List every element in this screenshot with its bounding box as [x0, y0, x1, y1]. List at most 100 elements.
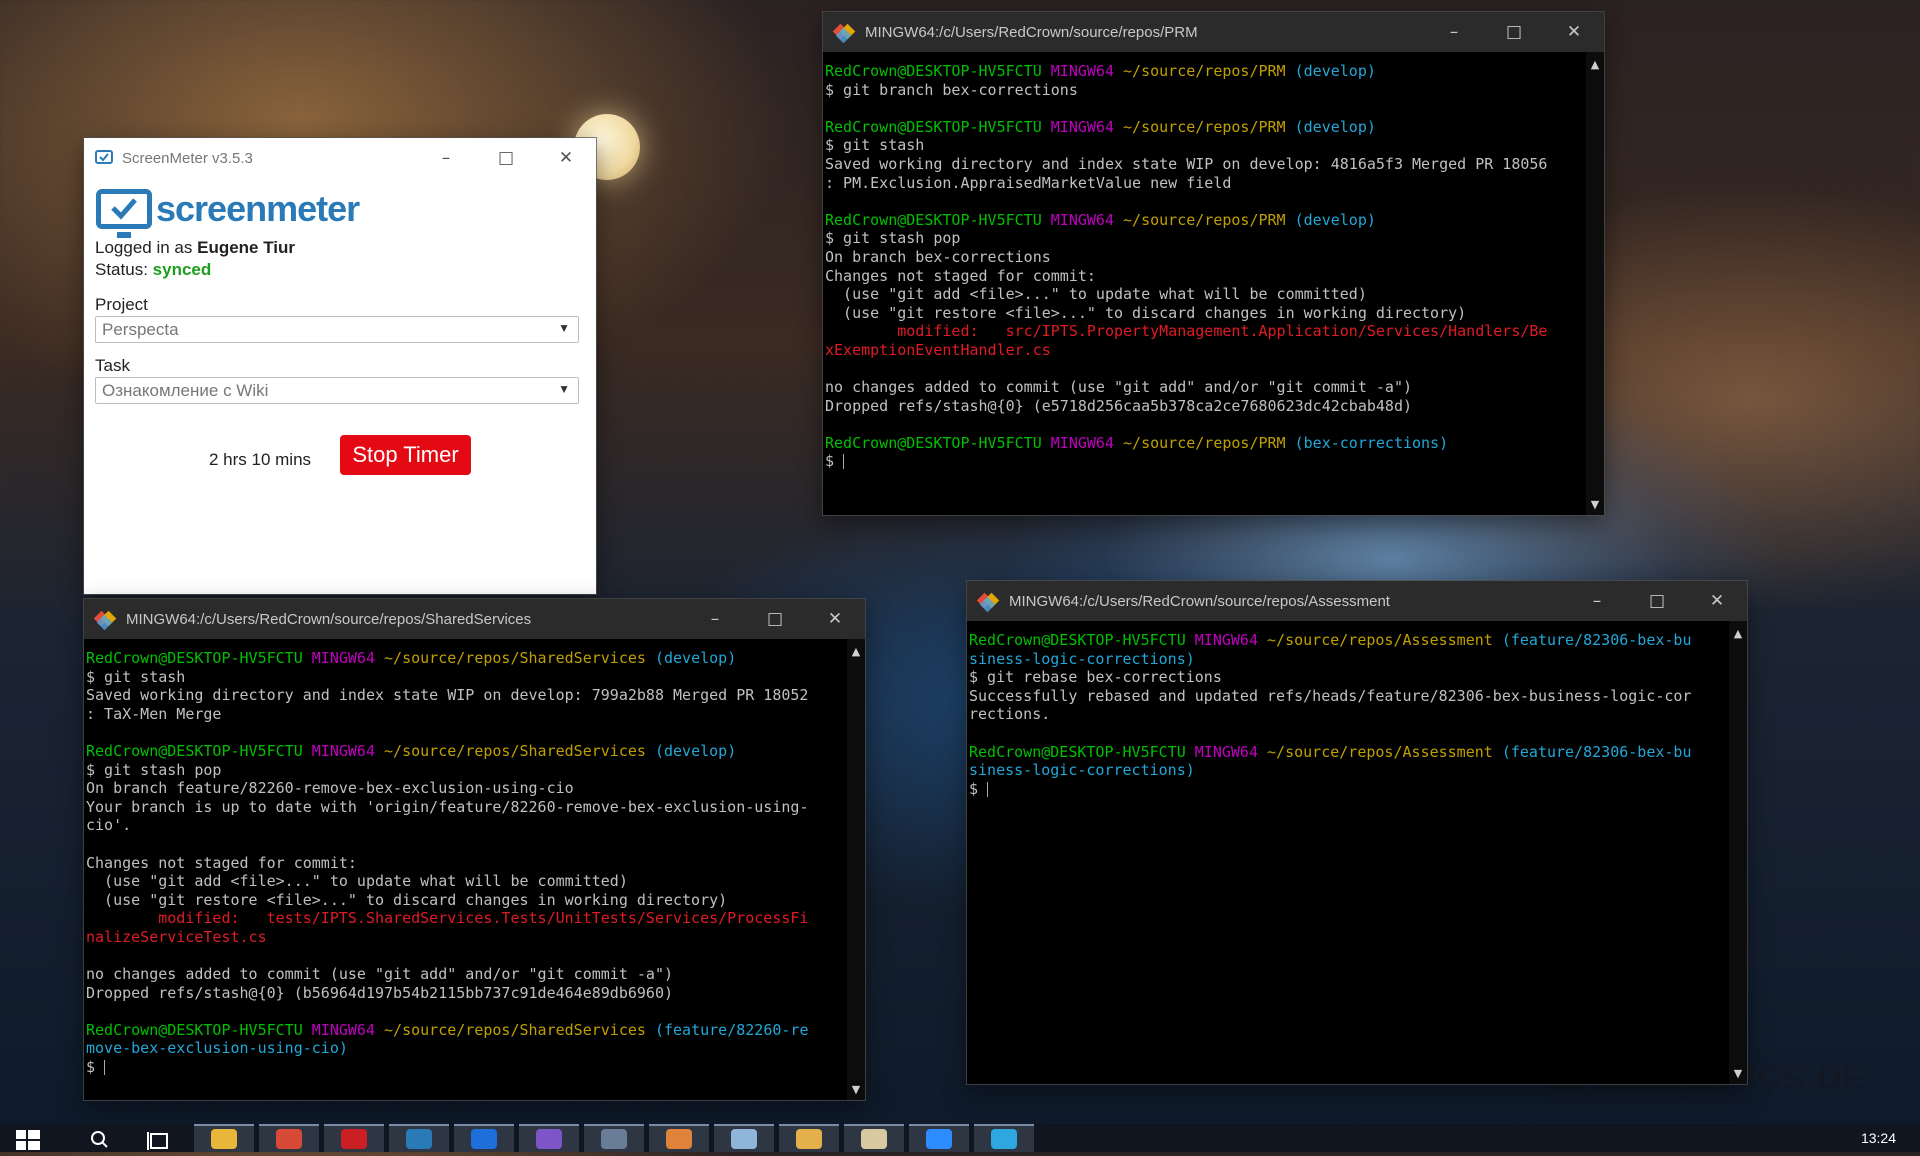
maximize-button[interactable]: □ — [476, 138, 536, 178]
opera-icon — [341, 1129, 367, 1149]
taskbar-app-button[interactable] — [844, 1124, 904, 1152]
editor-icon — [861, 1129, 887, 1149]
terminal-text: RedCrown@DESKTOP-HV5FCTU — [86, 1020, 312, 1039]
mintty-icon — [976, 590, 1000, 613]
taskbar-app-button[interactable] — [909, 1124, 969, 1152]
taskbar-app-button[interactable] — [779, 1124, 839, 1152]
terminal-text: $ — [86, 1058, 105, 1077]
terminal-text: nalizeServiceTest.cs — [86, 927, 267, 946]
minimize-button[interactable]: – — [1567, 581, 1627, 621]
search-icon — [91, 1131, 108, 1148]
scroll-down-icon[interactable]: ▼ — [847, 1083, 865, 1096]
terminal-line: Dropped refs/stash@{0} (e5718d256caa5b37… — [825, 397, 1586, 416]
screenmeter-titlebar[interactable]: ScreenMeter v3.5.3 – □ ✕ — [84, 138, 596, 178]
terminal-output[interactable]: RedCrown@DESKTOP-HV5FCTU MINGW64 ~/sourc… — [84, 639, 847, 1100]
taskbar-clock[interactable]: 13:24 — [1861, 1130, 1896, 1146]
mintty-icon — [93, 608, 117, 631]
terminal-text: On branch bex-corrections — [825, 247, 1051, 266]
taskbar-app-button[interactable] — [714, 1124, 774, 1152]
taskbar-app-button[interactable] — [584, 1124, 644, 1152]
close-button[interactable]: ✕ — [1544, 12, 1604, 52]
scroll-down-icon[interactable]: ▼ — [1729, 1067, 1747, 1080]
telegram-icon — [991, 1129, 1017, 1149]
minimize-button[interactable]: – — [416, 138, 476, 178]
taskbar-app-button[interactable] — [194, 1124, 254, 1152]
terminal-window-sharedservices[interactable]: MINGW64:/c/Users/RedCrown/source/repos/S… — [84, 599, 865, 1100]
minimize-button[interactable]: – — [1424, 12, 1484, 52]
minimize-button[interactable]: – — [685, 599, 745, 639]
taskbar: 13:24 — [0, 1124, 1920, 1152]
terminal-text: RedCrown@DESKTOP-HV5FCTU — [825, 117, 1051, 136]
window-title: MINGW64:/c/Users/RedCrown/source/repos/A… — [1009, 592, 1390, 610]
terminal-text: Dropped refs/stash@{0} (b56964d197b54b21… — [86, 983, 673, 1002]
screenmeter-window[interactable]: ScreenMeter v3.5.3 – □ ✕ screenmeter Log… — [84, 138, 596, 594]
close-button[interactable]: ✕ — [536, 138, 596, 178]
maximize-button[interactable]: □ — [1484, 12, 1544, 52]
compass-icon — [666, 1129, 692, 1149]
terminal-text: modified: tests/IPTS.SharedServices.Test… — [86, 909, 809, 928]
taskbar-app-button[interactable] — [519, 1124, 579, 1152]
terminal-cursor — [104, 1060, 106, 1076]
visual-studio-icon — [536, 1129, 562, 1149]
taskbar-app-button[interactable] — [649, 1124, 709, 1152]
maximize-button[interactable]: □ — [1627, 581, 1687, 621]
terminal-output[interactable]: RedCrown@DESKTOP-HV5FCTU MINGW64 ~/sourc… — [823, 52, 1586, 515]
close-button[interactable]: ✕ — [1687, 581, 1747, 621]
terminal-text: modified: src/IPTS.PropertyManagement.Ap… — [825, 322, 1548, 341]
terminal-line: RedCrown@DESKTOP-HV5FCTU MINGW64 ~/sourc… — [969, 743, 1729, 762]
close-button[interactable]: ✕ — [805, 599, 865, 639]
project-select[interactable]: Perspecta ▼ — [95, 316, 579, 343]
taskbar-app-button[interactable] — [974, 1124, 1034, 1152]
terminal-text: On branch feature/82260-remove-bex-exclu… — [86, 779, 574, 798]
scrollbar[interactable]: ▲ ▼ — [1586, 52, 1604, 515]
terminal-titlebar[interactable]: MINGW64:/c/Users/RedCrown/source/repos/P… — [823, 12, 1604, 52]
terminal-text: rections. — [969, 705, 1051, 724]
status-line: Status: synced — [95, 260, 211, 280]
maximize-button[interactable]: □ — [745, 599, 805, 639]
window-title: MINGW64:/c/Users/RedCrown/source/repos/S… — [126, 610, 532, 628]
terminal-titlebar[interactable]: MINGW64:/c/Users/RedCrown/source/repos/S… — [84, 599, 865, 639]
terminal-line: Dropped refs/stash@{0} (b56964d197b54b21… — [86, 984, 847, 1003]
scroll-up-icon[interactable]: ▲ — [1586, 58, 1604, 71]
terminal-line: $ — [825, 452, 1586, 471]
file-explorer-icon — [211, 1129, 237, 1149]
terminal-window-assessment[interactable]: MINGW64:/c/Users/RedCrown/source/repos/A… — [967, 581, 1747, 1084]
terminal-line: xExemptionEventHandler.cs — [825, 341, 1586, 360]
scroll-down-icon[interactable]: ▼ — [1586, 498, 1604, 511]
terminal-text: : PM.Exclusion.AppraisedMarketValue new … — [825, 173, 1232, 192]
notepad-icon — [731, 1129, 757, 1149]
taskbar-app-button[interactable] — [389, 1124, 449, 1152]
terminal-text: $ — [825, 452, 844, 471]
terminal-window-prm[interactable]: MINGW64:/c/Users/RedCrown/source/repos/P… — [823, 12, 1604, 515]
terminal-text: Dropped refs/stash@{0} (e5718d256caa5b37… — [825, 396, 1412, 415]
scrollbar[interactable]: ▲ ▼ — [1729, 621, 1747, 1084]
window-icon — [601, 1129, 627, 1149]
terminal-titlebar[interactable]: MINGW64:/c/Users/RedCrown/source/repos/A… — [967, 581, 1747, 621]
taskbar-app-button[interactable] — [454, 1124, 514, 1152]
monitor-check-icon — [96, 189, 152, 238]
project-label: Project — [95, 295, 148, 314]
scroll-up-icon[interactable]: ▲ — [1729, 627, 1747, 640]
terminal-text: RedCrown@DESKTOP-HV5FCTU — [825, 210, 1051, 229]
scrollbar[interactable]: ▲ ▼ — [847, 639, 865, 1100]
terminal-text: (feature/82306-bex-bu — [1501, 631, 1692, 649]
taskbar-app-button[interactable] — [259, 1124, 319, 1152]
terminal-output[interactable]: RedCrown@DESKTOP-HV5FCTU MINGW64 ~/sourc… — [967, 621, 1729, 1084]
task-select[interactable]: Ознакомление с Wiki ▼ — [95, 377, 579, 404]
terminal-text: RedCrown@DESKTOP-HV5FCTU — [825, 62, 1051, 80]
stop-timer-button[interactable]: Stop Timer — [340, 435, 471, 475]
terminal-text: (develop) — [1294, 210, 1376, 229]
scroll-up-icon[interactable]: ▲ — [847, 645, 865, 658]
task-value: Ознакомление с Wiki — [102, 381, 269, 400]
screenmeter-logo: screenmeter — [96, 188, 360, 238]
window-title: MINGW64:/c/Users/RedCrown/source/repos/P… — [865, 23, 1198, 41]
terminal-text: MINGW64 — [311, 1020, 385, 1039]
terminal-line: (use "git add <file>..." to update what … — [825, 285, 1586, 304]
terminal-cursor — [987, 781, 989, 797]
taskbar-app-button[interactable] — [324, 1124, 384, 1152]
terminal-line: RedCrown@DESKTOP-HV5FCTU MINGW64 ~/sourc… — [825, 62, 1586, 81]
terminal-line: (use "git restore <file>..." to discard … — [86, 891, 847, 910]
terminal-line: Successfully rebased and updated refs/he… — [969, 687, 1729, 706]
terminal-line: nalizeServiceTest.cs — [86, 928, 847, 947]
